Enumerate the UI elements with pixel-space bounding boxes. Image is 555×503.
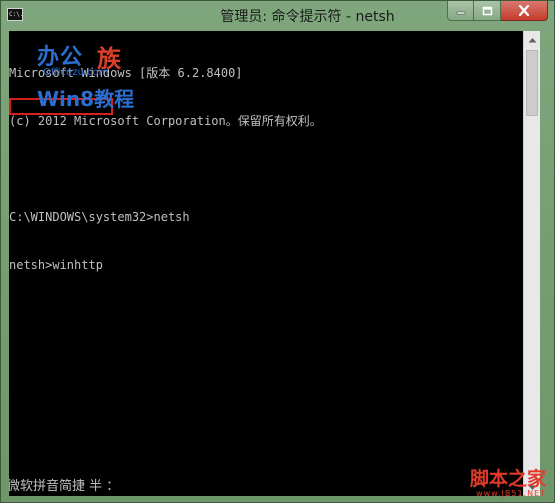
cmd-window: C:\. 管理员: 命令提示符 - netsh Microsoft Window…: [0, 0, 555, 503]
console-line: (c) 2012 Microsoft Corporation。保留所有权利。: [9, 114, 322, 128]
vertical-scrollbar[interactable]: [523, 31, 540, 496]
close-button[interactable]: [501, 1, 548, 21]
scroll-down-button[interactable]: [524, 479, 540, 496]
console-output[interactable]: Microsoft Windows [版本 6.2.8400] (c) 2012…: [9, 31, 523, 496]
console-text: Microsoft Windows [版本 6.2.8400] (c) 2012…: [9, 33, 322, 305]
window-frame-edge: [540, 31, 555, 496]
title-bar[interactable]: C:\. 管理员: 命令提示符 - netsh: [1, 1, 554, 31]
scroll-up-button[interactable]: [524, 31, 540, 48]
window-controls: [447, 1, 548, 21]
console-line: Microsoft Windows [版本 6.2.8400]: [9, 66, 243, 80]
highlight-box: [9, 98, 113, 115]
console-line: C:\WINDOWS\system32>netsh: [9, 210, 190, 224]
minimize-button[interactable]: [447, 1, 474, 21]
maximize-icon: [482, 6, 492, 15]
chevron-down-icon: [528, 485, 536, 490]
ime-status-bar: 微软拼音简捷 半 ：: [9, 479, 120, 494]
close-icon: [518, 5, 530, 16]
maximize-button[interactable]: [474, 1, 501, 21]
minimize-icon: [456, 11, 465, 14]
chevron-up-icon: [528, 37, 536, 42]
scroll-thumb[interactable]: [526, 50, 538, 116]
console-line: netsh>winhttp: [9, 258, 103, 272]
